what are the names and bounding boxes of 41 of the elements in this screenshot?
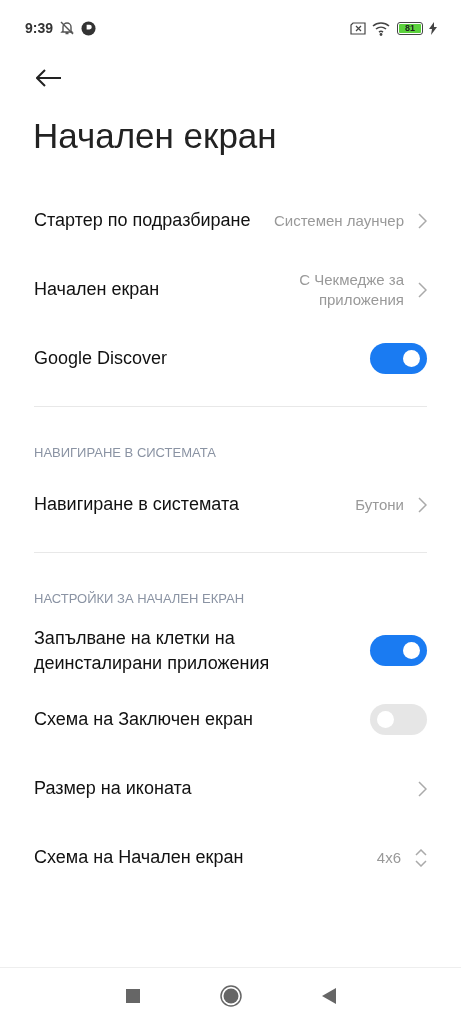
charging-icon (429, 21, 437, 35)
row-value: С Чекмедже за приложения (298, 269, 404, 310)
section-header: НАСТРОЙКИ ЗА НАЧАЛЕН ЕКРАН (33, 590, 246, 608)
settings-row[interactable]: Размер на иконата (0, 754, 461, 823)
sim-icon (350, 21, 366, 35)
row-label: Схема на Начален екран (34, 846, 245, 869)
settings-row[interactable]: Стартер по подразбиране Системен лаунчер (0, 186, 461, 255)
back-triangle-icon[interactable] (321, 988, 336, 1004)
row-value: Системен лаунчер (273, 210, 404, 231)
status-time: 9:39 (25, 20, 54, 36)
page-title: Начален екран (32, 115, 278, 157)
row-label: Навигиране в системата (34, 493, 240, 516)
row-value: 4x6 (376, 847, 401, 868)
toggle-switch[interactable] (370, 343, 427, 374)
back-arrow-icon[interactable] (36, 69, 62, 87)
settings-row[interactable]: Схема на Начален екран 4x6 (0, 823, 461, 892)
square-icon[interactable] (125, 989, 140, 1003)
settings-row[interactable]: Начален екран С Чекмедже за приложения (0, 255, 461, 324)
home-circle-icon[interactable] (219, 985, 242, 1007)
section-header: НАВИГИРАНЕ В СИСТЕМАТА (33, 444, 217, 462)
chevron-icon (418, 281, 427, 298)
settings-row[interactable]: Схема на Заключен екран (0, 685, 461, 754)
bell-off-icon (59, 20, 76, 36)
chevron-icon (418, 212, 427, 229)
toggle-switch[interactable] (370, 635, 427, 666)
circle-icon (81, 20, 97, 36)
row-label: Google Discover (34, 347, 169, 370)
settings-row[interactable]: Google Discover (0, 324, 461, 393)
row-label: Схема на Заключен екран (34, 708, 254, 731)
toggle-switch[interactable] (370, 704, 427, 735)
row-label: Запълване на клетки на деинсталирани приложения (34, 626, 271, 675)
row-label: Стартер по подразбиране (34, 209, 252, 232)
battery-level: 81 (399, 23, 421, 33)
settings-row[interactable]: Навигиране в системата Бутони (0, 470, 461, 539)
chevron-icon (418, 780, 427, 797)
row-label: Размер на иконата (34, 777, 193, 800)
settings-row[interactable]: Запълване на клетки на деинсталирани приложения (0, 616, 461, 685)
chevron-icon (418, 496, 427, 513)
row-label: Начален екран (34, 278, 161, 301)
wifi-icon (372, 20, 391, 36)
row-value: Бутони (355, 494, 404, 515)
